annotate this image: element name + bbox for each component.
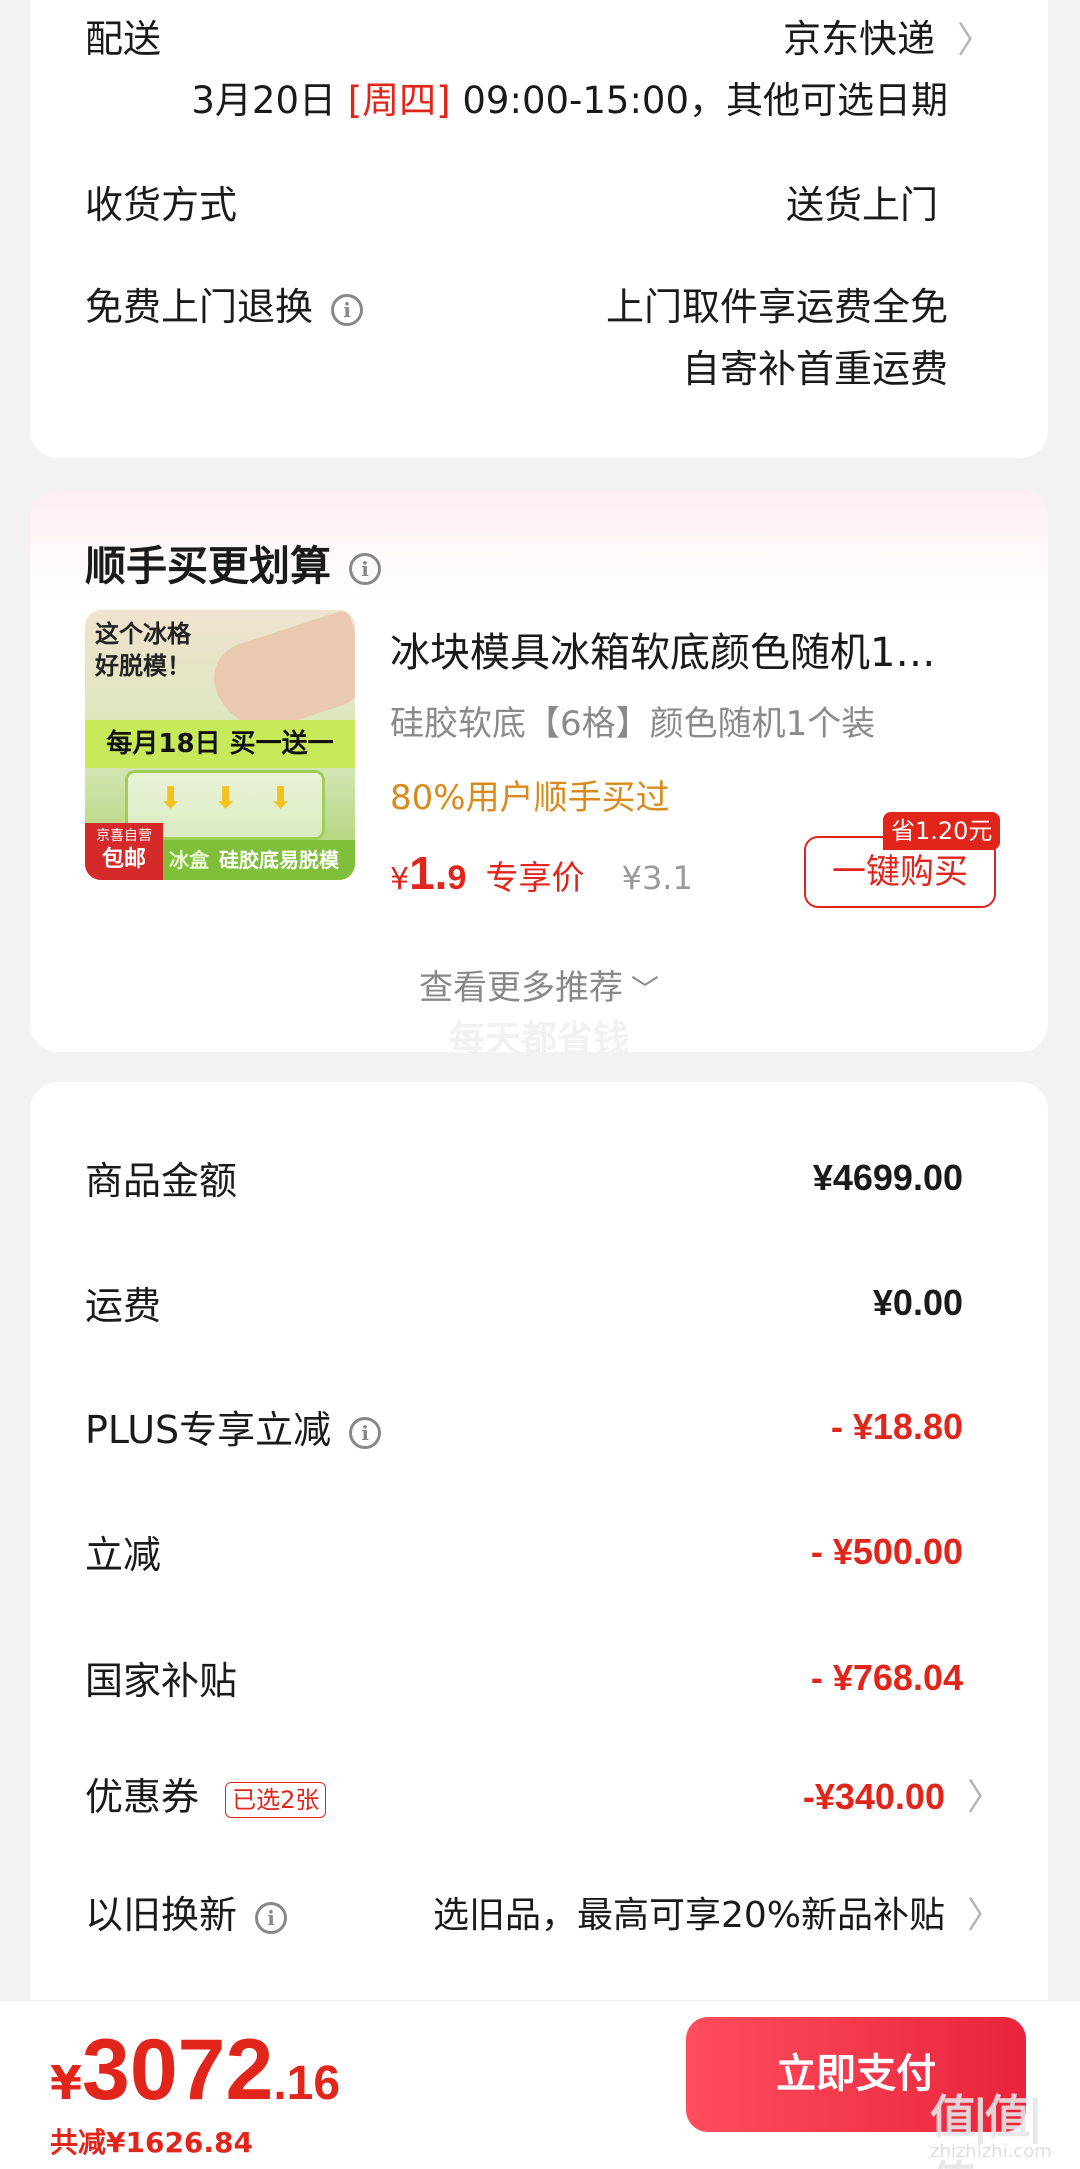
info-icon[interactable]: i	[349, 553, 381, 585]
summary-label: 商品金额	[85, 1159, 238, 1203]
coupon-selected-tag: 已选2张	[225, 1781, 327, 1818]
summary-value: - ¥18.80	[830, 1405, 963, 1447]
image-bottom-text: 硅胶底易脱模	[219, 848, 339, 872]
total-saved: 共减¥1626.84	[50, 2126, 254, 2159]
image-badge: 京喜自营 包邮	[85, 823, 163, 880]
free-return-row: 免费上门退换 i 上门取件享运费全免 自寄补首重运费	[85, 276, 948, 400]
addon-title: 顺手买更划算 i	[85, 532, 381, 592]
image-top-text: 这个冰格 好脱模！	[95, 620, 191, 680]
addon-title-text: 顺手买更划算	[85, 542, 331, 590]
delivery-date: 3月20日	[191, 79, 336, 122]
delivery-time-range: 09:00-15:00，其他可选日期	[462, 79, 948, 122]
summary-row-coupon[interactable]: 优惠券 已选2张 -¥340.00 〉	[85, 1766, 1003, 1821]
image-bottom-left: 冰盒	[169, 848, 209, 872]
summary-label: 优惠券	[85, 1775, 200, 1819]
info-icon[interactable]: i	[349, 1416, 382, 1449]
watermark-text: 每天都省钱	[448, 1019, 629, 1060]
delivery-card: 配送 京东快递〉 3月20日 [周四] 09:00-15:00，其他可选日期 收…	[30, 0, 1048, 458]
tradein-value-wrap: 选旧品，最高可享20%新品补贴〉	[433, 1886, 1003, 1938]
buy-button-label: 一键购买	[832, 852, 968, 892]
summary-row-plus: PLUS专享立减 i - ¥18.80	[85, 1399, 963, 1454]
info-icon[interactable]: i	[331, 293, 364, 326]
delivery-weekday: [周四]	[347, 79, 451, 122]
price-label: 专享价	[485, 858, 585, 897]
price-dec: 9	[447, 859, 467, 897]
coupon-value-wrap: -¥340.00 〉	[803, 1768, 1003, 1820]
bottom-pay-bar: ¥3072.16 共减¥1626.84 立即支付 值|值|值 zhizhizhi…	[0, 2000, 1080, 2169]
total-dec: .16	[273, 2057, 341, 2110]
summary-label: 以旧换新	[85, 1893, 238, 1937]
coupon-label-wrap: 优惠券 已选2张	[85, 1766, 327, 1821]
summary-label: 运费	[85, 1284, 162, 1328]
receive-method-label: 收货方式	[85, 183, 238, 227]
total-price: ¥3072.16	[50, 2021, 340, 2120]
receive-method-value: 送货上门	[785, 183, 938, 227]
image-bottom-strip: 冰盒 硅胶底易脱模	[163, 840, 355, 880]
price-symbol: ¥	[390, 862, 410, 897]
watermark-url: zhizhizhi.com	[930, 2141, 1052, 2162]
more-recommend-label: 查看更多推荐	[418, 968, 623, 1008]
receive-method-row: 收货方式 送货上门	[85, 174, 938, 229]
more-recommend-link[interactable]: 查看更多推荐 ﹀	[30, 960, 1048, 1009]
summary-value: ¥0.00	[872, 1281, 963, 1323]
summary-value: - ¥500.00	[810, 1530, 963, 1572]
summary-row-shipping: 运费 ¥0.00	[85, 1275, 963, 1330]
summary-label: 国家补贴	[85, 1659, 238, 1703]
addon-card: 顺手买更划算 i 这个冰格 好脱模！ 每月18日 买一送一 ⬇ ⬇ ⬇ 京喜自营 …	[30, 490, 1048, 1060]
original-price: ¥3.1	[621, 859, 693, 897]
free-return-line2: 自寄补首重运费	[681, 347, 948, 391]
delivery-row[interactable]: 配送 京东快递〉	[85, 8, 993, 63]
tradein-label-wrap: 以旧换新 i	[85, 1884, 288, 1939]
summary-value: ¥4699.00	[812, 1156, 963, 1198]
delivery-carrier: 京东快递	[782, 17, 935, 61]
summary-row-goods: 商品金额 ¥4699.00	[85, 1150, 963, 1205]
summary-row-tradein[interactable]: 以旧换新 i 选旧品，最高可享20%新品补贴〉	[85, 1884, 1003, 1939]
free-return-value: 上门取件享运费全免 自寄补首重运费	[606, 276, 948, 400]
arrow-down-icon: ⬇	[213, 781, 239, 816]
chevron-right-icon: 〉	[956, 20, 993, 61]
info-icon[interactable]: i	[255, 1901, 288, 1934]
pay-now-label: 立即支付	[776, 2051, 936, 2097]
free-return-label-wrap: 免费上门退换 i	[85, 276, 364, 331]
summary-value: -¥340.00	[802, 1775, 945, 1817]
product-image[interactable]: 这个冰格 好脱模！ 每月18日 买一送一 ⬇ ⬇ ⬇ 京喜自营 包邮 冰盒 硅胶底…	[85, 610, 355, 880]
price-summary-card: 商品金额 ¥4699.00 运费 ¥0.00 PLUS专享立减 i - ¥18.8…	[30, 1082, 1048, 2082]
summary-value: 选旧品，最高可享20%新品补贴	[432, 1894, 945, 1936]
total-int: 3072	[82, 2022, 274, 2118]
delivery-label: 配送	[85, 17, 162, 61]
free-return-line1: 上门取件享运费全免	[605, 285, 948, 329]
product-spec: 硅胶软底【6格】颜色随机1个装	[390, 704, 876, 744]
product-name[interactable]: 冰块模具冰箱软底颜色随机1…	[390, 620, 935, 678]
social-proof: 80%用户顺手买过	[390, 778, 670, 818]
plus-label-wrap: PLUS专享立减 i	[85, 1399, 382, 1454]
summary-label: PLUS专享立减	[85, 1408, 332, 1452]
image-badge-top: 京喜自营	[96, 828, 152, 844]
chevron-down-icon: ﹀	[630, 973, 659, 1006]
total-currency: ¥	[50, 2056, 83, 2110]
arrow-down-icon: ⬇	[158, 781, 184, 816]
chevron-right-icon: 〉	[966, 1776, 1003, 1818]
delivery-carrier-wrap: 京东快递〉	[783, 8, 993, 63]
summary-row-discount: 立减 - ¥500.00	[85, 1524, 963, 1579]
price-int: 1.	[409, 847, 448, 899]
free-return-label: 免费上门退换	[85, 285, 314, 329]
summary-value: - ¥768.04	[810, 1656, 963, 1698]
product-price: ¥1.9 专享价 ¥3.1	[390, 846, 693, 900]
summary-label: 立减	[85, 1533, 162, 1577]
arrow-down-icon: ⬇	[268, 781, 294, 816]
save-badge: 省1.20元	[883, 812, 1001, 850]
summary-row-subsidy: 国家补贴 - ¥768.04	[85, 1650, 963, 1705]
chevron-right-icon: 〉	[966, 1894, 1003, 1936]
image-badge-bottom: 包邮	[101, 847, 146, 872]
delivery-time[interactable]: 3月20日 [周四] 09:00-15:00，其他可选日期	[191, 70, 948, 124]
image-banner: 每月18日 买一送一	[85, 720, 355, 768]
